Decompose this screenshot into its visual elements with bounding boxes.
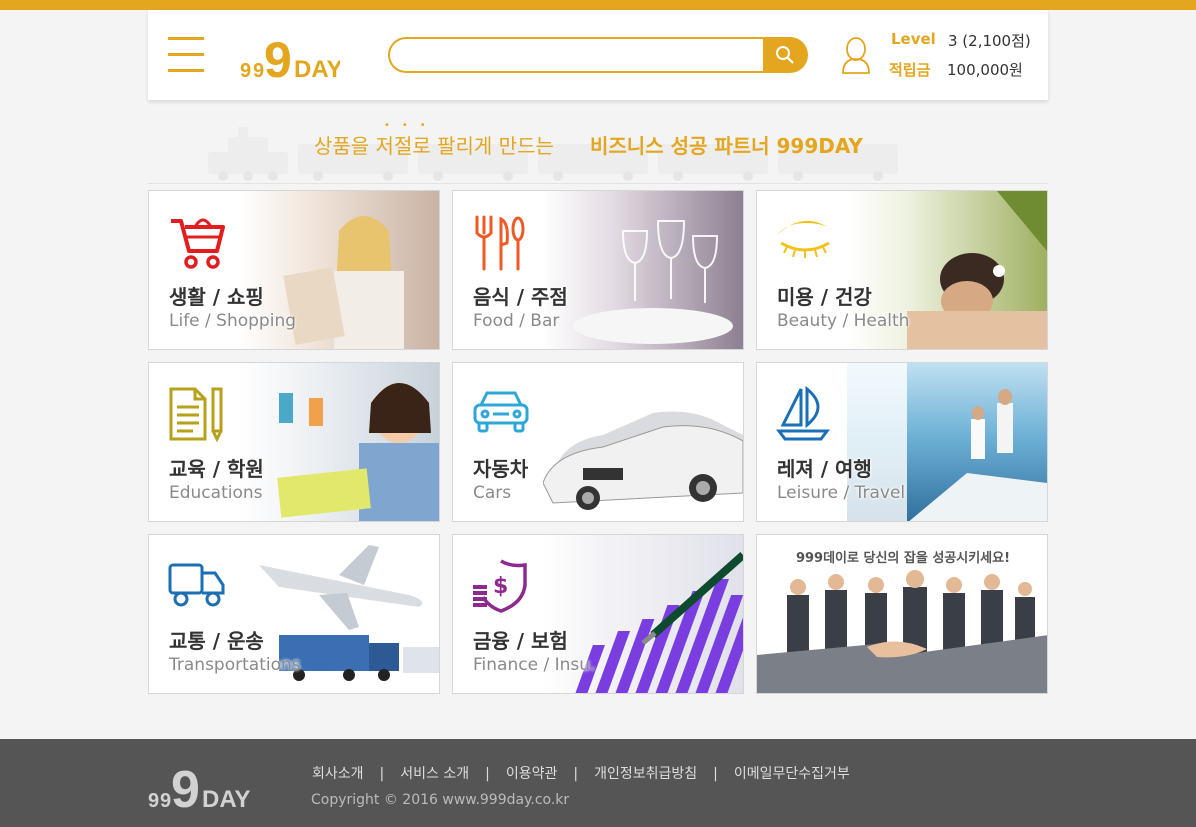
sailboat-icon: [776, 385, 830, 441]
eye-lash-icon: [777, 220, 833, 258]
footer-separator: |: [379, 766, 385, 782]
category-finance-insurance[interactable]: $ 금융 / 보험 Finance / Insu.: [452, 534, 744, 694]
food-photo: [543, 191, 743, 349]
promo-banner: ••• 상품을 저절로 팔리게 만드는 비즈니스 성공 파트너 999DAY: [148, 112, 1048, 184]
site-footer: 9 9 9 DAY 회사소개 | 서비스 소개 | 이용약관 | 개인정보취급방침 | 이메일무…: [0, 739, 1196, 827]
footer-link-privacy[interactable]: 개인정보취급방침: [594, 766, 697, 782]
footer-links: 회사소개 | 서비스 소개 | 이용약관 | 개인정보취급방침 | 이메일무단수집거부: [312, 763, 850, 783]
footer-separator: |: [485, 766, 490, 782]
category-subtitle: Leisure / Travel: [777, 483, 906, 503]
footer-link-terms[interactable]: 이용약관: [506, 766, 558, 782]
category-leisure-travel[interactable]: 레져 / 여행 Leisure / Travel: [756, 362, 1048, 522]
top-accent-bar: [0, 0, 1196, 10]
footer-separator: |: [573, 766, 579, 782]
category-subtitle: Finance / Insu.: [473, 655, 596, 675]
category-subtitle: Educations: [169, 483, 263, 503]
points-label: 적립금: [889, 61, 931, 79]
document-pencil-icon: [169, 387, 223, 443]
user-icon[interactable]: [841, 37, 871, 75]
svg-text:9: 9: [160, 790, 171, 811]
cars-photo: [543, 363, 743, 521]
footer-logo[interactable]: 9 9 9 DAY: [148, 759, 250, 811]
truck-icon: [168, 563, 225, 607]
fork-knife-icon: [475, 215, 525, 271]
education-photo: [239, 363, 439, 521]
search-button[interactable]: [763, 37, 808, 73]
category-subtitle: Beauty / Health: [777, 311, 910, 331]
category-beauty-health[interactable]: 미용 / 건강 Beauty / Health: [756, 190, 1048, 350]
category-title: 자동차: [473, 457, 529, 481]
category-food-bar[interactable]: 음식 / 주점 Food / Bar: [452, 190, 744, 350]
category-subtitle: Food / Bar: [473, 311, 560, 331]
level-value: 3 (2,100점): [948, 32, 1031, 50]
money-shield-icon: $: [473, 559, 527, 613]
category-title: 금융 / 보험: [473, 629, 568, 653]
svg-text:9: 9: [148, 790, 159, 811]
search-bar: [388, 37, 808, 73]
site-logo[interactable]: 9 9 9 DAY: [240, 32, 340, 80]
category-transportations[interactable]: 교통 / 운송 Transportations: [148, 534, 440, 694]
banner-text: 상품을 저절로 팔리게 만드는: [314, 134, 554, 158]
promo-text: 999데이로 당신의 잡을 성공시키세요!: [795, 551, 1011, 566]
promo-tile[interactable]: 999데이로 당신의 잡을 성공시키세요!: [756, 534, 1048, 694]
footer-link-service[interactable]: 서비스 소개: [400, 766, 469, 782]
category-title: 레져 / 여행: [777, 457, 872, 481]
category-title: 교통 / 운송: [169, 629, 264, 653]
shopping-cart-icon: [171, 218, 225, 269]
svg-text:9: 9: [171, 761, 200, 811]
svg-text:$: $: [493, 574, 508, 599]
menu-icon[interactable]: [168, 37, 204, 73]
footer-link-email-policy[interactable]: 이메일무단수집거부: [734, 766, 850, 782]
svg-text:9: 9: [264, 32, 292, 80]
category-life-shopping[interactable]: 생활 / 쇼핑 Life / Shopping: [148, 190, 440, 350]
category-cars[interactable]: 자동차 Cars: [452, 362, 744, 522]
search-icon: [776, 46, 794, 64]
points-value: 100,000원: [947, 61, 1023, 79]
copyright: Copyright © 2016 www.999day.co.kr: [311, 792, 570, 808]
account-info: Level 3 (2,100점) 적립금 100,000원: [888, 26, 1048, 86]
footer-separator: |: [713, 766, 718, 782]
category-title: 생활 / 쇼핑: [169, 285, 264, 309]
footer-link-company[interactable]: 회사소개: [312, 766, 364, 782]
svg-text:DAY: DAY: [294, 56, 340, 80]
level-label: Level: [891, 30, 936, 48]
banner-brand-text: 비즈니스 성공 파트너 999DAY: [590, 134, 863, 158]
car-icon: [473, 391, 529, 433]
category-subtitle: Life / Shopping: [169, 311, 297, 331]
svg-text:9: 9: [253, 60, 264, 80]
svg-text:9: 9: [240, 60, 251, 80]
category-subtitle: Transportations: [169, 655, 301, 675]
category-title: 교육 / 학원: [169, 457, 264, 481]
search-input[interactable]: [388, 37, 768, 73]
category-educations[interactable]: 교육 / 학원 Educations: [148, 362, 440, 522]
site-header: 9 9 9 DAY Level 3 (2,100점) 적립금 100,000원: [148, 10, 1048, 100]
category-subtitle: Cars: [473, 483, 512, 503]
svg-text:DAY: DAY: [202, 786, 250, 811]
category-title: 음식 / 주점: [473, 285, 568, 309]
category-title: 미용 / 건강: [777, 285, 872, 309]
